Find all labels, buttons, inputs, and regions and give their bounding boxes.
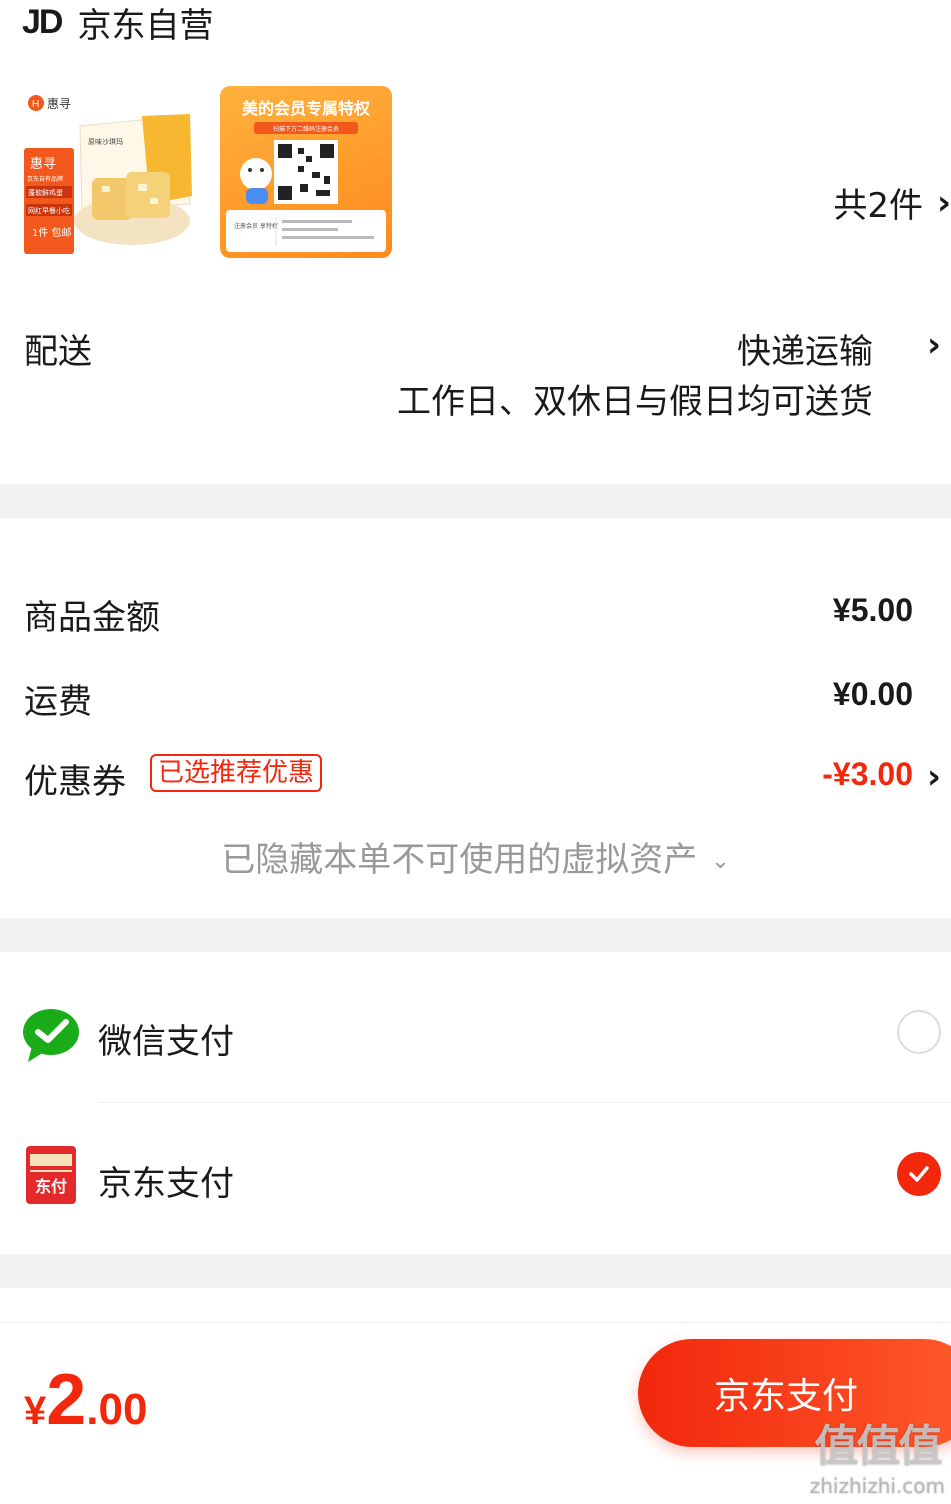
svg-text:1件 包邮: 1件 包邮 [32, 226, 72, 239]
svg-text:原味沙琪玛: 原味沙琪玛 [88, 137, 123, 146]
coupon-value: -¥3.00 [822, 756, 913, 792]
radio-wechat[interactable] [897, 1010, 941, 1054]
checkmark-icon [909, 1166, 929, 1182]
delivery-label: 配送 [24, 332, 92, 372]
shipping-label: 运费 [24, 682, 92, 722]
watermark-main: 值值值 [814, 1421, 942, 1472]
coupon-tag: 已选推荐优惠 [150, 754, 323, 792]
payment-label-jd: 京东支付 [98, 1164, 234, 1204]
watermark-sub: zhizhizhi.com [809, 1474, 945, 1498]
coupon-label: 优惠券 [24, 762, 126, 802]
store-name: 京东自营 [77, 5, 214, 46]
svg-text:东付: 东付 [35, 1177, 67, 1196]
svg-text:京东自有品牌: 京东自有品牌 [27, 175, 63, 183]
goods-amount-label: 商品金额 [24, 598, 160, 638]
svg-text:美的会员专属特权: 美的会员专属特权 [242, 99, 371, 118]
product-thumbnail-snack[interactable]: H 惠寻 惠寻 京东自有品牌 蓬软鲜鸡蛋 网红早餐小吃 1件 包邮 原味沙琪玛 [22, 86, 194, 258]
checkout-bar: ¥2.00 京东支付 值值值 zhizhizhi.com [0, 1322, 951, 1504]
delivery-note: 工作日、双休日与假日均可送货 [397, 382, 873, 422]
item-count-link[interactable]: 共2件 › [833, 178, 951, 227]
product-list[interactable]: H 惠寻 惠寻 京东自有品牌 蓬软鲜鸡蛋 网红早餐小吃 1件 包邮 原味沙琪玛 … [22, 86, 951, 261]
shipping-row: 运费 ¥0.00 [0, 674, 951, 722]
svg-text:网红早餐小吃: 网红早餐小吃 [28, 206, 70, 215]
svg-text:惠寻: 惠寻 [47, 97, 71, 111]
coupon-row[interactable]: 优惠券 已选推荐优惠 -¥3.00 › [0, 754, 951, 802]
section-divider [0, 918, 951, 952]
total-integer: 2 [46, 1360, 87, 1440]
delivery-row[interactable]: 配送 快递运输 › 工作日、双休日与假日均可送货 [0, 318, 951, 428]
payment-divider [98, 1102, 951, 1103]
member-card-image: 美的会员专属特权 扫描下方二维码注册会员 注册会员 享特权 [226, 99, 386, 252]
total-decimal: .00 [86, 1385, 148, 1434]
svg-text:扫描下方二维码注册会员: 扫描下方二维码注册会员 [273, 125, 339, 133]
wechat-pay-icon [23, 1009, 79, 1062]
chevron-right-icon: › [926, 325, 941, 365]
jd-logo: JD [22, 2, 63, 41]
total-currency: ¥ [24, 1389, 47, 1433]
svg-text:蓬软鲜鸡蛋: 蓬软鲜鸡蛋 [28, 188, 63, 197]
hidden-assets-toggle[interactable]: 已隐藏本单不可使用的虚拟资产 ⌄ [0, 832, 951, 881]
svg-text:H: H [32, 99, 39, 110]
section-divider [0, 484, 951, 518]
payment-option-wechat[interactable]: 微信支付 [0, 982, 951, 1082]
chevron-right-icon: › [926, 757, 941, 797]
order-total: ¥2.00 [24, 1359, 147, 1441]
hidden-assets-text: 已隐藏本单不可使用的虚拟资产 [221, 840, 698, 880]
chevron-right-icon: › [936, 182, 951, 223]
goods-amount-value: ¥5.00 [832, 592, 913, 628]
shipping-value: ¥0.00 [832, 676, 913, 712]
item-count: 共2件 [833, 186, 923, 226]
payment-label-wechat: 微信支付 [98, 1022, 234, 1062]
watermark: 值值值 zhizhizhi.com [810, 1410, 945, 1498]
section-divider [0, 1254, 951, 1288]
goods-amount-row: 商品金额 ¥5.00 [0, 590, 951, 638]
svg-text:惠寻: 惠寻 [30, 157, 56, 172]
snack-product-image: H 惠寻 惠寻 京东自有品牌 蓬软鲜鸡蛋 网红早餐小吃 1件 包邮 原味沙琪玛 [24, 95, 192, 254]
product-thumbnail-member-card[interactable]: 美的会员专属特权 扫描下方二维码注册会员 注册会员 享特权 [220, 86, 392, 258]
chevron-down-icon: ⌄ [711, 849, 730, 874]
delivery-method: 快递运输 [737, 332, 873, 372]
radio-jd-selected[interactable] [897, 1152, 941, 1196]
payment-option-jd[interactable]: 东付 京东支付 [0, 1126, 951, 1226]
store-header[interactable]: JD 京东自营 [22, 0, 214, 46]
svg-text:注册会员 享特权: 注册会员 享特权 [234, 222, 278, 230]
jd-pay-icon: 东付 [26, 1146, 76, 1204]
